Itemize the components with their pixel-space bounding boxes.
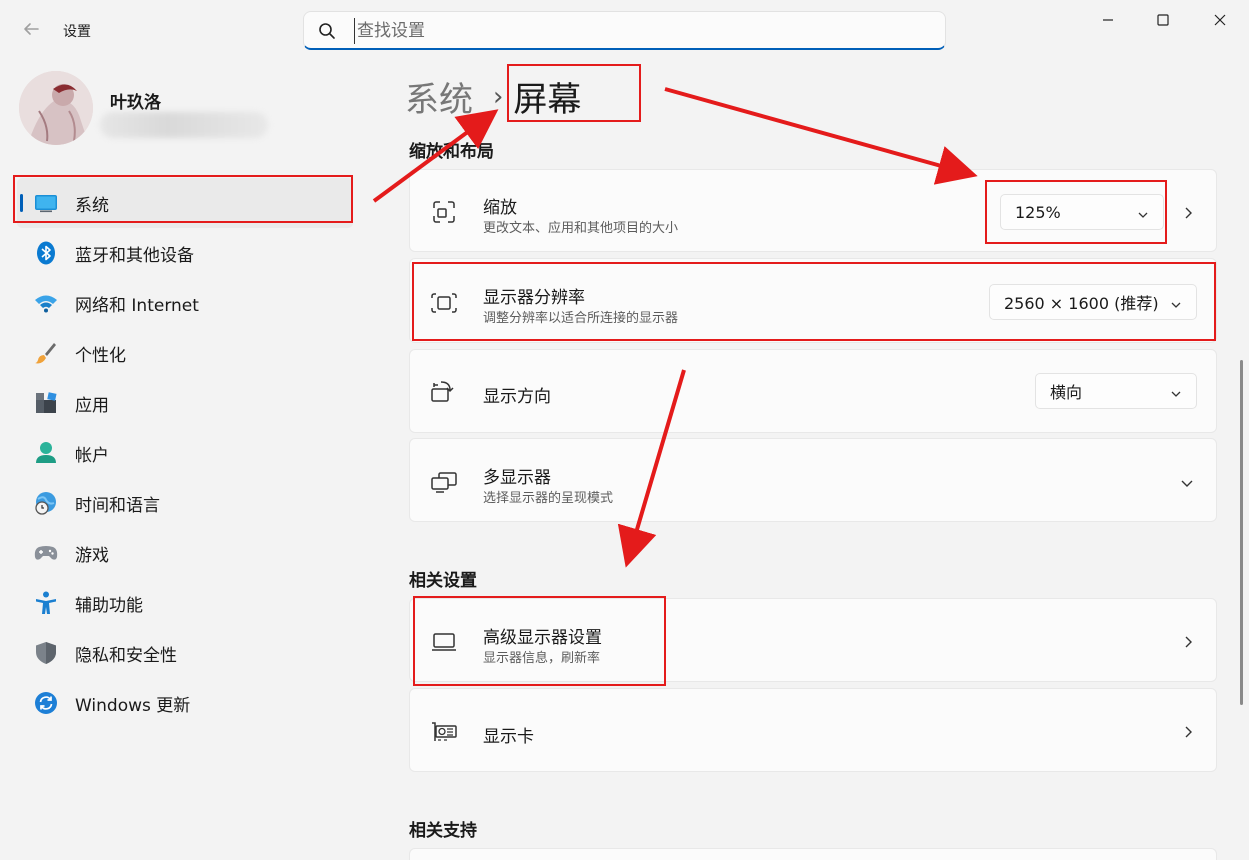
sidebar-item-label: Windows 更新 [75,695,191,716]
scale-title: 缩放 [483,198,517,218]
wifi-icon [34,291,58,315]
sidebar-item-personalization[interactable]: 个性化 [17,328,353,378]
sidebar-item-time-language[interactable]: 时间和语言 [17,478,353,528]
sidebar-item-privacy[interactable]: 隐私和安全性 [17,628,353,678]
advanced-display-card[interactable]: 高级显示器设置 显示器信息，刷新率 [409,598,1217,682]
brush-icon [34,341,58,365]
resolution-dropdown[interactable]: 2560 × 1600 (推荐) [989,284,1197,320]
breadcrumb-parent[interactable]: 系统 [405,72,473,121]
multi-display-title: 多显示器 [483,468,551,488]
account-icon [34,441,58,465]
sidebar-item-label: 网络和 Internet [75,295,199,316]
back-arrow-icon[interactable] [20,20,42,42]
apps-icon [34,391,58,415]
bluetooth-icon [34,241,58,265]
scale-dropdown[interactable]: 125% [1000,194,1164,230]
sidebar-item-system[interactable]: 系统 [17,178,353,228]
resolution-title: 显示器分辨率 [483,288,585,308]
sidebar-item-label: 蓝牙和其他设备 [75,245,194,266]
section-title-related-support: 相关支持 [409,821,477,841]
resolution-dropdown-value: 2560 × 1600 (推荐) [1004,294,1159,313]
arrow-title-to-scale [664,87,978,185]
sidebar-item-label: 时间和语言 [75,495,160,516]
scale-subtitle: 更改文本、应用和其他项目的大小 [483,221,679,236]
sidebar-item-label: 帐户 [75,445,109,466]
chevron-right-icon[interactable] [1182,205,1194,219]
sidebar-item-apps[interactable]: 应用 [17,378,353,428]
sidebar-item-network[interactable]: 网络和 Internet [17,278,353,328]
orientation-dropdown-value: 横向 [1050,383,1083,402]
active-indicator [20,194,23,212]
sidebar-item-label: 个性化 [75,345,126,366]
search-box[interactable] [303,11,946,50]
chevron-down-icon [1170,296,1182,308]
scale-icon [430,198,458,226]
orientation-title: 显示方向 [483,387,551,407]
chevron-down-icon[interactable] [1180,475,1194,489]
resolution-setting-card[interactable]: 显示器分辨率 调整分辨率以适合所连接的显示器 2560 × 1600 (推荐) [409,258,1217,343]
sidebar-item-accessibility[interactable]: 辅助功能 [17,578,353,628]
app-title: 设置 [63,24,91,40]
scale-setting-card[interactable]: 缩放 更改文本、应用和其他项目的大小 125% [409,169,1217,252]
user-name: 叶玖洛 [110,93,161,113]
avatar[interactable] [19,71,93,145]
orientation-setting-card[interactable]: 显示方向 横向 [409,349,1217,433]
user-email-blurred [100,112,268,138]
globe-clock-icon [34,491,58,515]
gamepad-icon [34,541,58,565]
chevron-down-icon [1170,385,1182,397]
maximize-button[interactable] [1149,8,1177,32]
sidebar-nav: 系统 蓝牙和其他设备 网络和 Internet 个性化 应用 帐户 时间和语言 … [17,178,353,728]
section-title-related-settings: 相关设置 [409,571,477,591]
sidebar-item-label: 应用 [75,395,109,416]
chevron-right-icon[interactable] [1182,634,1194,648]
sidebar-item-bluetooth[interactable]: 蓝牙和其他设备 [17,228,353,278]
resolution-subtitle: 调整分辨率以适合所连接的显示器 [483,311,679,326]
related-support-card[interactable] [409,848,1217,860]
search-icon [318,22,336,40]
sidebar-item-label: 系统 [75,195,109,216]
search-input[interactable] [354,18,934,44]
orientation-icon [430,378,458,406]
minimize-button[interactable] [1094,8,1122,32]
scale-dropdown-value: 125% [1015,202,1061,222]
graphics-card[interactable]: 显示卡 [409,688,1217,772]
chevron-right-icon[interactable] [1182,724,1194,738]
multi-display-subtitle: 选择显示器的呈现模式 [483,491,614,506]
multi-display-setting-card[interactable]: 多显示器 选择显示器的呈现模式 [409,438,1217,522]
title-bar: 设置 [0,0,1249,60]
graphics-title: 显示卡 [483,727,534,747]
advanced-display-subtitle: 显示器信息，刷新率 [483,651,601,666]
update-icon [34,691,58,715]
multi-display-icon [430,468,458,496]
resolution-icon [430,289,458,317]
sidebar-item-label: 隐私和安全性 [75,645,177,666]
laptop-display-icon [430,628,458,656]
sidebar-item-gaming[interactable]: 游戏 [17,528,353,578]
sidebar-item-label: 游戏 [75,545,109,566]
system-display-icon [34,191,58,215]
section-title-scale-layout: 缩放和布局 [409,142,494,162]
sidebar-item-windows-update[interactable]: Windows 更新 [17,678,353,728]
sidebar-item-accounts[interactable]: 帐户 [17,428,353,478]
breadcrumb-separator: › [493,81,504,112]
shield-icon [34,641,58,665]
close-button[interactable] [1206,8,1234,32]
page-title: 屏幕 [513,80,582,120]
advanced-display-title: 高级显示器设置 [483,628,602,648]
accessibility-icon [34,591,58,615]
chevron-down-icon [1137,206,1149,218]
graphics-card-icon [430,718,458,746]
scrollbar-thumb[interactable] [1240,360,1243,705]
orientation-dropdown[interactable]: 横向 [1035,373,1197,409]
breadcrumb: 系统 › 屏幕 [405,72,581,121]
sidebar-item-label: 辅助功能 [75,595,143,616]
